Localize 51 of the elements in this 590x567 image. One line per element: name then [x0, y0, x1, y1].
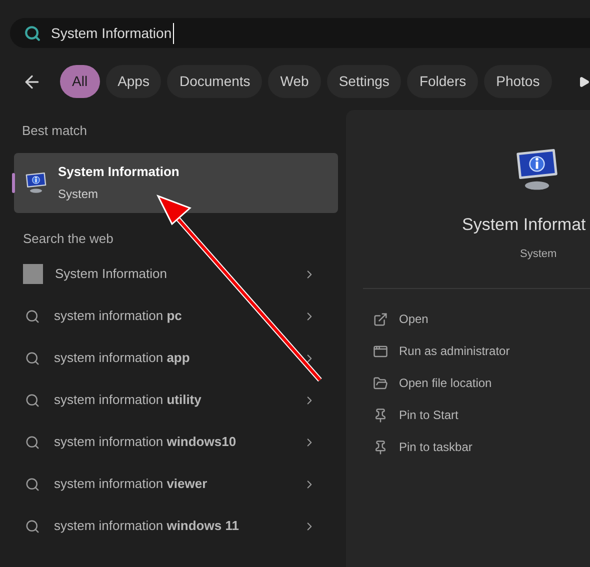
- search-text: System Information: [51, 22, 174, 44]
- best-match-item[interactable]: System Information System: [14, 152, 338, 212]
- web-result-item[interactable]: System Information: [14, 253, 338, 295]
- section-heading: Search the web: [22, 230, 114, 248]
- result-text: system information viewer: [54, 475, 208, 494]
- search-icon: [25, 350, 40, 366]
- window-icon: [373, 344, 388, 358]
- external-link-icon: [373, 312, 388, 326]
- preview-subtitle: System: [520, 246, 558, 262]
- result-text: system information utility: [54, 391, 202, 410]
- folder-icon: [373, 376, 388, 390]
- filter-tab[interactable]: Folders: [407, 65, 478, 98]
- filter-tab[interactable]: Documents: [167, 65, 262, 98]
- more-filters-icon[interactable]: [578, 74, 590, 88]
- web-result-item[interactable]: system information utility: [14, 379, 338, 421]
- result-text: system information windows10: [54, 433, 238, 452]
- web-result-item[interactable]: system information windows 11: [14, 505, 338, 547]
- action-item[interactable]: Open: [373, 303, 590, 335]
- web-result-item[interactable]: system information viewer: [14, 463, 338, 505]
- result-subtitle: System: [58, 186, 100, 203]
- result-text: system information app: [54, 349, 191, 368]
- search-field[interactable]: System Information: [10, 18, 590, 48]
- result-title: System Information: [58, 163, 180, 182]
- selection-indicator: [12, 172, 15, 192]
- filter-tab[interactable]: Photos: [484, 65, 552, 98]
- web-result-item[interactable]: system information app: [14, 337, 338, 379]
- filter-tab[interactable]: All: [60, 65, 100, 98]
- search-icon: [24, 24, 41, 42]
- result-text: System Information: [55, 265, 168, 284]
- search-icon: [25, 518, 40, 534]
- action-item[interactable]: Open file location: [373, 367, 590, 399]
- web-result-item[interactable]: system information windows10: [14, 421, 338, 463]
- result-text: system information pc: [54, 307, 183, 326]
- action-item[interactable]: Pin to taskbar: [373, 431, 590, 463]
- filter-tab[interactable]: Apps: [106, 65, 162, 98]
- pin-icon: [373, 408, 388, 422]
- search-icon: [25, 308, 40, 324]
- web-page-icon: [23, 264, 43, 284]
- computer-info-icon: [24, 172, 48, 194]
- action-item[interactable]: Pin to Start: [373, 399, 590, 431]
- section-heading: Best match: [21, 122, 88, 140]
- preview-title: System Informat: [462, 214, 587, 236]
- web-result-item[interactable]: system information pc: [14, 295, 338, 337]
- action-item[interactable]: Run as administrator: [373, 335, 590, 367]
- search-icon: [25, 434, 40, 450]
- pin-icon: [373, 440, 388, 454]
- result-text: system information windows 11: [54, 517, 240, 536]
- search-icon: [25, 392, 40, 408]
- search-icon: [25, 476, 40, 492]
- filter-tab[interactable]: Web: [268, 65, 321, 98]
- filter-tab[interactable]: Settings: [326, 65, 402, 98]
